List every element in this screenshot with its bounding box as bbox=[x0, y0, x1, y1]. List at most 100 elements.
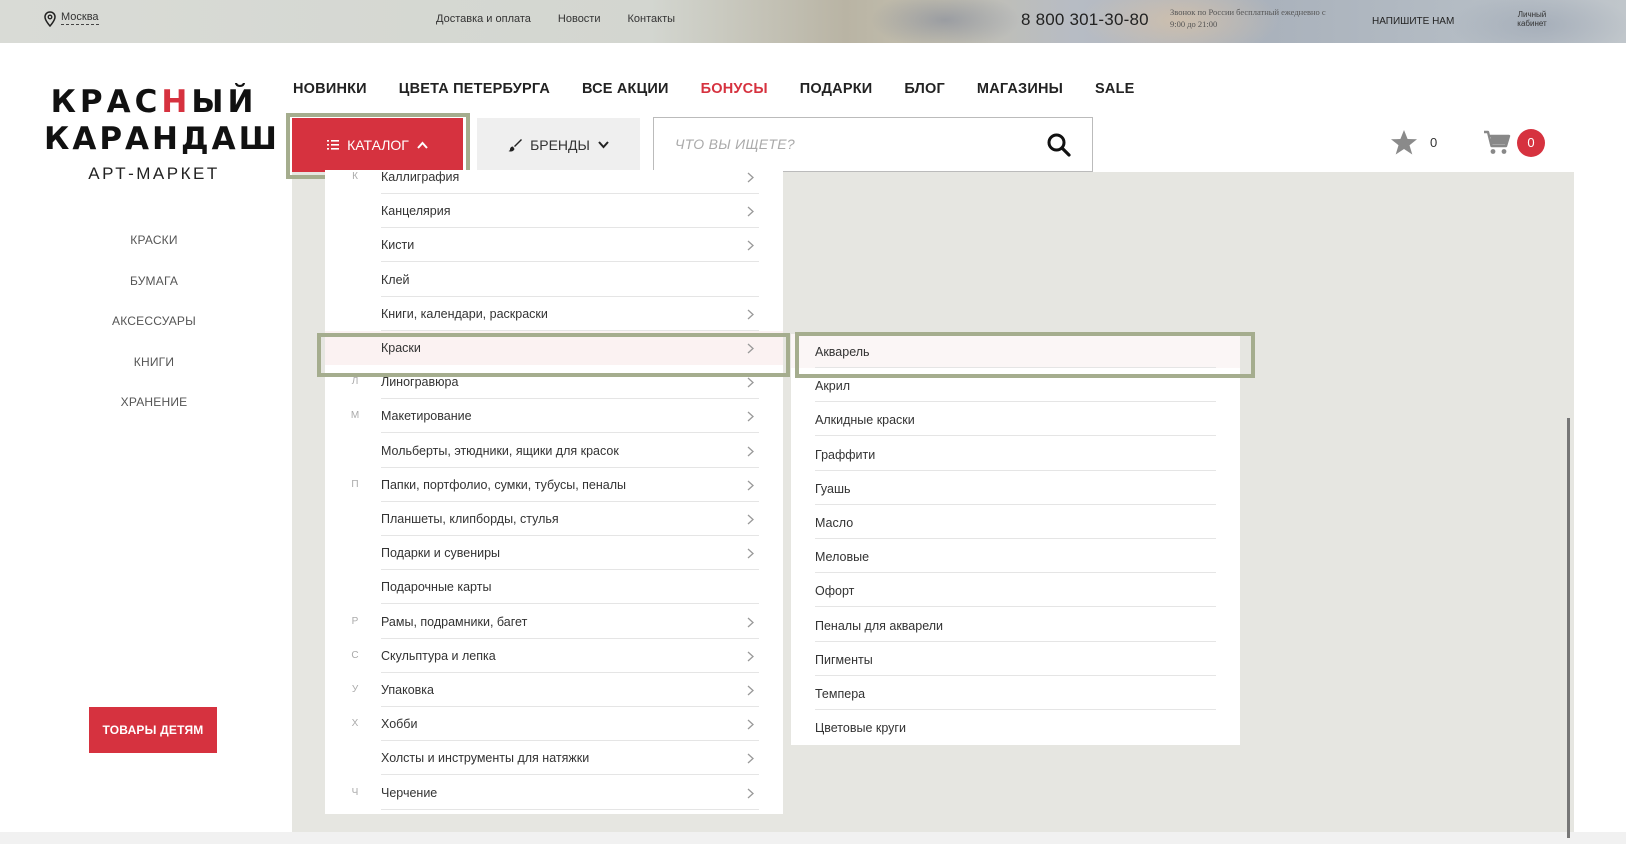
category-row[interactable]: Л Линогравюра bbox=[325, 365, 783, 400]
category-row[interactable]: Р Рамы, подрамники, багет bbox=[325, 605, 783, 639]
category-row[interactable]: Планшеты, клипборды, стулья bbox=[325, 502, 783, 536]
nav-bonuses[interactable]: БОНУСЫ bbox=[701, 81, 768, 97]
subcategory-label: Пеналы для акварели bbox=[815, 618, 944, 633]
city-name[interactable]: Москва bbox=[61, 11, 99, 25]
subcategory-row[interactable]: Алкидные краски bbox=[791, 402, 1240, 437]
category-list: К Каллиграфия Канцелярия Кисти Клей Книги, ка… bbox=[325, 170, 783, 814]
brands-button[interactable]: БРЕНДЫ bbox=[477, 118, 640, 172]
top-links: Доставка и оплата Новости Контакты bbox=[436, 13, 675, 25]
nav-sale[interactable]: SALE bbox=[1095, 81, 1134, 97]
side-nav-item-accessories[interactable]: АКСЕССУАРЫ bbox=[84, 311, 224, 352]
delivery-link[interactable]: Доставка и оплата bbox=[436, 13, 531, 25]
category-row[interactable]: Подарочные карты bbox=[325, 570, 783, 605]
subcategory-label: Офорт bbox=[815, 584, 855, 599]
chevron-up-icon bbox=[417, 141, 428, 149]
side-nav: КРАСКИ БУМАГА АКСЕССУАРЫ КНИГИ ХРАНЕНИЕ bbox=[84, 230, 224, 433]
favorites-count: 0 bbox=[1430, 135, 1438, 150]
subcategory-label: Акварель bbox=[815, 345, 870, 359]
personal-cabinet-link[interactable]: Личный кабинет bbox=[1512, 10, 1552, 28]
search-icon[interactable] bbox=[1046, 132, 1072, 158]
side-nav-item-paper[interactable]: БУМАГА bbox=[84, 271, 224, 312]
row-divider bbox=[381, 808, 759, 810]
category-row[interactable]: Х Хобби bbox=[325, 707, 783, 742]
news-link[interactable]: Новости bbox=[558, 13, 601, 25]
contacts-link[interactable]: Контакты bbox=[628, 13, 676, 25]
category-row[interactable]: Подарки и сувениры bbox=[325, 536, 783, 571]
nav-gifts[interactable]: ПОДАРКИ bbox=[800, 81, 873, 97]
category-row[interactable]: Мольберты, этюдники, ящики для красок bbox=[325, 434, 783, 468]
nav-blog[interactable]: БЛОГ bbox=[904, 81, 945, 97]
subcategory-row[interactable]: Акварель bbox=[791, 334, 1240, 368]
category-row[interactable]: К Каллиграфия bbox=[325, 170, 783, 194]
category-row[interactable]: П Папки, портфолио, сумки, тубусы, пеналы bbox=[325, 468, 783, 502]
catalog-label: КАТАЛОГ bbox=[347, 137, 409, 153]
category-row[interactable]: Канцелярия bbox=[325, 194, 783, 229]
nav-new[interactable]: НОВИНКИ bbox=[293, 81, 367, 97]
category-row[interactable]: У Упаковка bbox=[325, 673, 783, 707]
subcategory-row[interactable]: Гуашь bbox=[791, 471, 1240, 505]
category-row[interactable]: Кисти bbox=[325, 228, 783, 263]
phone-number[interactable]: 8 800 301-30-80 bbox=[1021, 10, 1149, 30]
chevron-right-icon bbox=[747, 411, 754, 422]
subcategory-list: Акварель Акрил Алкидные краски Граффити Гуаш… bbox=[791, 334, 1240, 745]
subcategory-row[interactable]: Пеналы для акварели bbox=[791, 608, 1240, 642]
category-row[interactable]: Холсты и инструменты для натяжки bbox=[325, 741, 783, 776]
chevron-right-icon bbox=[747, 377, 754, 388]
category-label: Скульптура и лепка bbox=[381, 648, 496, 663]
category-index-letter: У bbox=[351, 684, 359, 695]
kids-products-button[interactable]: ТОВАРЫ ДЕТЯМ bbox=[89, 707, 217, 753]
chevron-right-icon bbox=[747, 685, 754, 696]
nav-stores[interactable]: МАГАЗИНЫ bbox=[977, 81, 1063, 97]
write-us-link[interactable]: НАПИШИТЕ НАМ bbox=[1372, 16, 1454, 27]
category-label: Макетирование bbox=[381, 409, 472, 424]
subcategory-row[interactable]: Пигменты bbox=[791, 642, 1240, 676]
subcategory-row[interactable]: Темпера bbox=[791, 676, 1240, 710]
catalog-button[interactable]: КАТАЛОГ bbox=[292, 118, 463, 172]
category-label: Книги, календари, раскраски bbox=[381, 306, 548, 321]
city-selector[interactable]: Москва bbox=[44, 11, 99, 27]
category-row[interactable]: Ч Черчение bbox=[325, 776, 783, 810]
category-index-letter: П bbox=[351, 478, 359, 490]
category-row[interactable]: Краски bbox=[325, 331, 783, 365]
category-row[interactable]: С Скульптура и лепка bbox=[325, 639, 783, 673]
subcategory-row[interactable]: Меловые bbox=[791, 539, 1240, 574]
favorites[interactable]: 0 bbox=[1390, 129, 1437, 156]
logo-tagline: АРТ-МАРКЕТ bbox=[88, 164, 220, 183]
chevron-right-icon bbox=[747, 719, 754, 730]
category-row[interactable]: М Макетирование bbox=[325, 399, 783, 434]
cart[interactable]: 0 bbox=[1483, 129, 1545, 157]
side-nav-item-paints[interactable]: КРАСКИ bbox=[84, 230, 224, 271]
logo-line-2: КАРАНДАШ bbox=[44, 121, 280, 157]
category-index-letter: Л bbox=[351, 376, 359, 388]
subcategory-row[interactable]: Акрил bbox=[791, 368, 1240, 403]
search-input[interactable] bbox=[675, 118, 1035, 169]
brush-icon bbox=[508, 139, 523, 152]
scrollbar[interactable] bbox=[1567, 418, 1570, 838]
subcategory-label: Масло bbox=[815, 516, 854, 530]
side-nav-item-books[interactable]: КНИГИ bbox=[84, 352, 224, 393]
subcategory-row[interactable]: Масло bbox=[791, 505, 1240, 539]
subcategory-row[interactable]: Граффити bbox=[791, 437, 1240, 471]
location-pin-icon bbox=[44, 11, 56, 27]
subcategory-label: Темпера bbox=[815, 687, 866, 701]
subcategory-row[interactable]: Цветовые круги bbox=[791, 710, 1240, 744]
category-label: Подарочные карты bbox=[381, 580, 492, 595]
side-nav-item-storage[interactable]: ХРАНЕНИЕ bbox=[84, 392, 224, 433]
category-row[interactable]: Клей bbox=[325, 263, 783, 297]
category-row[interactable]: Книги, календари, раскраски bbox=[325, 297, 783, 331]
category-index-letter: М bbox=[350, 410, 360, 422]
nav-all-promos[interactable]: ВСЕ АКЦИИ bbox=[582, 81, 669, 97]
chevron-right-icon bbox=[747, 240, 754, 251]
chevron-right-icon bbox=[747, 788, 754, 799]
category-label: Канцелярия bbox=[381, 204, 451, 219]
site-logo[interactable]: КРАСНЫЙ КАРАНДАШ АРТ-МАРКЕТ bbox=[44, 84, 280, 184]
subcategory-label: Алкидные краски bbox=[815, 413, 915, 428]
category-index-letter: Ч bbox=[351, 786, 359, 798]
subcategory-row[interactable]: Офорт bbox=[791, 573, 1240, 608]
chevron-right-icon bbox=[747, 206, 754, 217]
subcategory-label: Акрил bbox=[815, 379, 851, 394]
category-label: Черчение bbox=[381, 785, 438, 800]
chevron-right-icon bbox=[747, 514, 754, 525]
nav-petersburg-colors[interactable]: ЦВЕТА ПЕТЕРБУРГА bbox=[399, 81, 550, 97]
call-note: Звонок по России бесплатный ежедневно с … bbox=[1170, 7, 1326, 29]
